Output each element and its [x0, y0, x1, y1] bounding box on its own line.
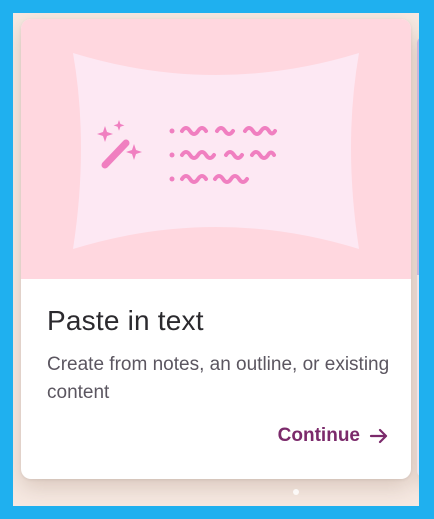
card-title: Paste in text: [47, 305, 204, 336]
pasted-text-icon: [73, 53, 359, 249]
next-card-peek[interactable]: [417, 37, 419, 477]
arrow-right-icon: [369, 427, 389, 445]
card-illustration: [21, 19, 411, 279]
card-description: Create from notes, an outline, or existi…: [47, 354, 390, 403]
continue-label: Continue: [277, 425, 360, 446]
paste-text-card[interactable]: Paste in text Create from notes, an outl…: [21, 19, 411, 479]
carousel-dot[interactable]: [293, 489, 299, 495]
page-frame: Paste in text Create from notes, an outl…: [13, 13, 419, 506]
continue-button[interactable]: Continue: [278, 425, 389, 447]
next-card-illustration: [417, 37, 419, 275]
card-body: Paste in text Create from notes, an outl…: [21, 279, 411, 479]
